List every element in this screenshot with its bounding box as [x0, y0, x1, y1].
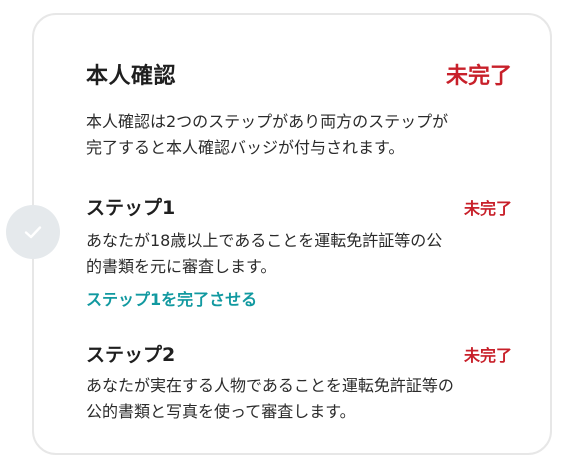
identity-status-badge: 未完了 [445, 64, 512, 89]
step2-description: あなたが実在する人物であることを運転免許証等の 公的書類と写真を使って審査します… [86, 373, 516, 425]
identity-description: 本人確認は2つのステップがあり両方のステップが 完了すると本人確認バッジが付与さ… [86, 109, 516, 161]
step1-description-line: あなたが18歳以上であることを運転免許証等の公 [86, 231, 443, 250]
step2-header: ステップ2 未完了 [86, 340, 512, 367]
step2-description-line: あなたが実在する人物であることを運転免許証等の [86, 376, 454, 395]
step1-description-line: 的書類を元に審査します。 [86, 257, 277, 276]
step-check-indicator [6, 205, 60, 259]
step1-title: ステップ1 [86, 197, 176, 219]
identity-description-line: 本人確認は2つのステップがあり両方のステップが [86, 112, 449, 131]
step2-title: ステップ2 [86, 344, 176, 366]
identity-description-line: 完了すると本人確認バッジが付与されます。 [86, 138, 405, 157]
check-icon [24, 226, 42, 239]
complete-step1-link[interactable]: ステップ1を完了させる [86, 286, 257, 310]
step2-status-badge: 未完了 [463, 345, 512, 365]
identity-header: 本人確認 未完了 [86, 58, 512, 90]
step1-description: あなたが18歳以上であることを運転免許証等の公 的書類を元に審査します。 [86, 228, 516, 280]
step1-header: ステップ1 未完了 [86, 193, 512, 220]
step1-status-badge: 未完了 [463, 198, 512, 218]
step2-description-line: 公的書類と写真を使って審査します。 [86, 402, 356, 421]
identity-title: 本人確認 [86, 64, 177, 89]
